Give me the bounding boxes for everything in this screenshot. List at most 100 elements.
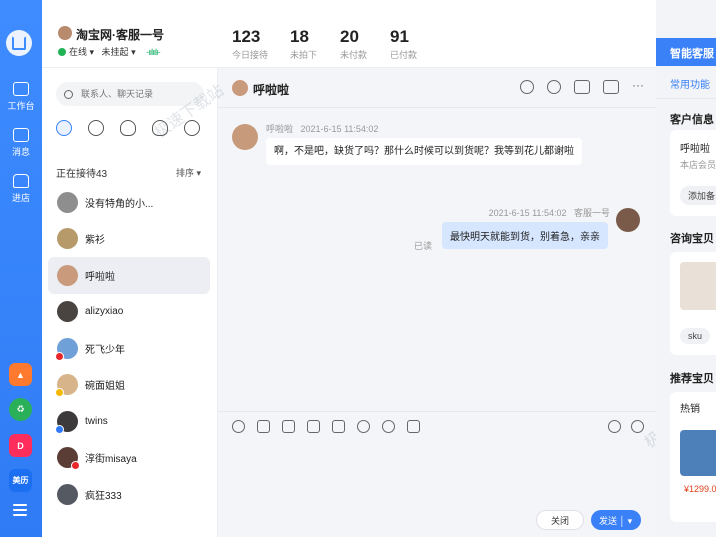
incoming-time: 2021-6-15 11:54:02 xyxy=(300,124,379,134)
product-image[interactable] xyxy=(680,262,716,310)
chat-header: 呼啦啦 ··· xyxy=(218,68,656,108)
chat-header-actions: ··· xyxy=(520,79,646,94)
contact-list: 没有特角的小... 紫衫 呼啦啦 alizyxiao 死飞少年 碗面姐姐 twi… xyxy=(48,184,210,513)
emoji-icon[interactable] xyxy=(232,420,245,433)
incoming-sender: 呼啦啦 xyxy=(266,124,294,134)
nav-shop[interactable]: 进店 xyxy=(0,174,42,204)
platform-badge-icon xyxy=(55,351,64,361)
scissors-icon[interactable] xyxy=(357,420,370,433)
group-icon[interactable] xyxy=(152,120,168,136)
settings-icon[interactable] xyxy=(631,420,644,433)
contact-item[interactable]: 没有特角的小... xyxy=(48,184,210,221)
stat-value: 18 xyxy=(290,27,309,46)
chat-title: 呼啦啦 xyxy=(253,83,290,97)
product-image[interactable] xyxy=(680,430,716,476)
tab-smart-service[interactable]: 智能客服 xyxy=(656,38,716,66)
nav-workbench-label: 工作台 xyxy=(7,101,35,111)
contact-name: 紫衫 xyxy=(85,235,105,247)
contact-name: 没有特角的小... xyxy=(85,198,154,210)
send-label: 发送 xyxy=(599,515,618,526)
stat-not-ordered[interactable]: 18 未拍下 xyxy=(290,27,317,61)
tab-hot[interactable]: 热销 xyxy=(680,400,700,415)
search-icon xyxy=(64,89,73,99)
customer-card: 呼啦啦 本店会员 添加备 xyxy=(670,130,716,216)
close-button[interactable]: 关闭 xyxy=(536,510,584,530)
folder-icon[interactable] xyxy=(332,420,345,433)
stat-value: 123 xyxy=(232,27,261,46)
platform-badge-icon xyxy=(55,424,64,434)
user-profile-icon[interactable] xyxy=(547,80,561,94)
contact-name: twins xyxy=(85,415,108,427)
search-input[interactable] xyxy=(81,89,191,99)
person-icon[interactable] xyxy=(120,120,136,136)
outgoing-time: 2021-6-15 11:54:02 xyxy=(488,208,567,218)
chat-bubble-icon[interactable] xyxy=(56,120,72,136)
clock-icon[interactable] xyxy=(88,120,104,136)
audio-wave-icon: -ıılıılı- xyxy=(146,47,160,57)
nav-workbench[interactable]: 工作台 xyxy=(0,82,42,112)
outgoing-message: 最快明天就能到货，别着急，亲亲 xyxy=(442,222,608,249)
app-3-icon[interactable]: D xyxy=(9,434,32,457)
right-panel: 智能客服 常用功能 客户信息 呼啦啦 本店会员 添加备 咨询宝贝 sku 推荐宝… xyxy=(656,0,716,537)
contact-item-selected[interactable]: 呼啦啦 xyxy=(48,257,210,294)
menu-icon[interactable] xyxy=(13,504,27,519)
contact-item[interactable]: 淳街misaya xyxy=(48,440,210,477)
avatar xyxy=(57,228,78,250)
search-box[interactable] xyxy=(56,82,204,106)
product-price: ¥1299.0 xyxy=(684,484,716,494)
video-file-icon[interactable] xyxy=(307,420,320,433)
contact-item[interactable]: 碗面姐姐 xyxy=(48,367,210,404)
order-icon[interactable] xyxy=(574,80,590,94)
compass-icon[interactable] xyxy=(520,80,534,94)
video-icon[interactable] xyxy=(603,80,619,94)
stat-label: 已付款 xyxy=(390,50,418,60)
shop-name: 淘宝网·客服一号 xyxy=(76,28,164,42)
send-caret-icon: ▾ xyxy=(627,515,633,526)
contacts-panel: 正在接待43 排序 ▾ 没有特角的小... 紫衫 呼啦啦 alizyxiao 死… xyxy=(42,68,218,537)
more-icon[interactable]: ··· xyxy=(632,79,646,94)
contact-item[interactable]: twins xyxy=(48,403,210,440)
calendar-icon[interactable] xyxy=(407,420,420,433)
online-status[interactable]: 在线 xyxy=(69,47,87,57)
add-note-button[interactable]: 添加备 xyxy=(680,186,716,205)
shop-avatar xyxy=(58,26,72,40)
serving-count: 正在接待43 xyxy=(56,169,108,180)
stat-unpaid[interactable]: 20 未付款 xyxy=(340,27,367,61)
app-2-icon[interactable]: ♻ xyxy=(9,398,32,421)
stat-today-served[interactable]: 123 今日接待 xyxy=(232,27,268,61)
sort-dropdown[interactable]: 排序 ▾ xyxy=(176,166,201,179)
text-icon[interactable] xyxy=(257,420,270,433)
avatar xyxy=(57,264,78,286)
org-icon[interactable] xyxy=(184,120,200,136)
customer-info-title: 客户信息 xyxy=(670,114,714,126)
tab-common-functions[interactable]: 常用功能 xyxy=(670,76,710,91)
sku-tag[interactable]: sku xyxy=(680,328,711,344)
online-dot-icon xyxy=(58,48,66,56)
stat-label: 今日接待 xyxy=(232,50,269,60)
chat-avatar xyxy=(232,80,248,96)
coupon-icon[interactable] xyxy=(382,420,395,433)
app-4-icon[interactable]: 美历 xyxy=(9,469,32,492)
contact-item[interactable]: alizyxiao xyxy=(48,294,210,331)
incoming-avatar xyxy=(232,124,258,150)
send-button[interactable]: 发送 │ ▾ xyxy=(591,510,641,530)
stat-value: 20 xyxy=(340,27,359,46)
stat-paid[interactable]: 91 已付款 xyxy=(390,27,417,61)
avatar xyxy=(57,483,78,505)
home-logo-icon[interactable] xyxy=(6,30,32,56)
contact-item[interactable]: 紫衫 xyxy=(48,221,210,258)
contact-item[interactable]: 疯狂333 xyxy=(48,476,210,513)
outgoing-meta: 2021-6-15 11:54:02 客服一号 xyxy=(489,206,610,219)
shop-icon xyxy=(13,174,29,188)
app-1-icon[interactable]: ▲ xyxy=(9,363,32,386)
stat-value: 91 xyxy=(390,27,409,46)
hang-status[interactable]: 未挂起 xyxy=(102,47,129,57)
toolbar-left xyxy=(232,420,420,433)
contact-filters xyxy=(56,120,200,136)
contact-item[interactable]: 死飞少年 xyxy=(48,330,210,367)
outgoing-avatar xyxy=(616,208,640,232)
image-icon[interactable] xyxy=(282,420,295,433)
mail-icon xyxy=(13,128,29,142)
forward-icon[interactable] xyxy=(608,420,621,433)
nav-messages[interactable]: 消息 xyxy=(0,128,42,158)
